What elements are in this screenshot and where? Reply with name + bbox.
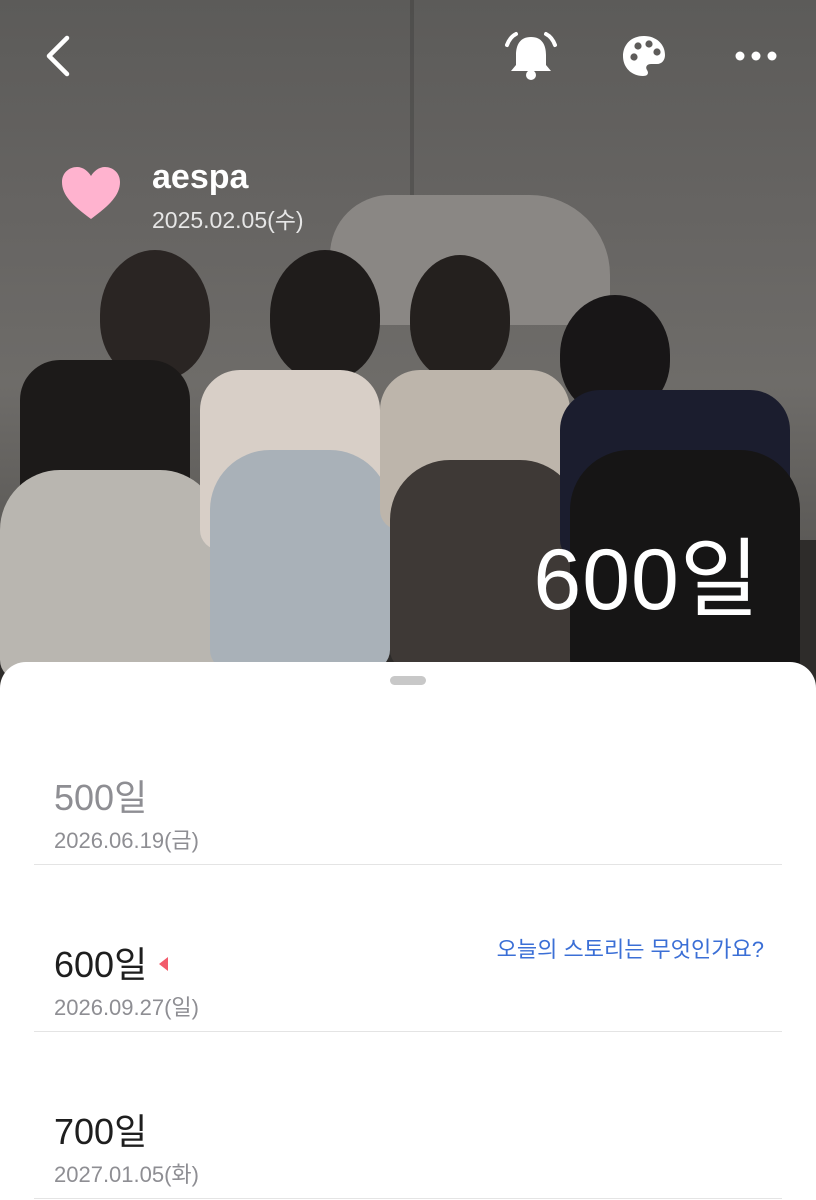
palette-icon: [623, 36, 665, 76]
more-button[interactable]: [728, 28, 784, 84]
anniversary-label-wrap: 600일: [54, 943, 169, 987]
notification-button[interactable]: [503, 28, 559, 84]
current-marker-icon: [159, 957, 169, 972]
chevron-left-icon: [46, 35, 70, 77]
story-prompt-link[interactable]: 오늘의 스토리는 무엇인가요?: [497, 935, 764, 965]
anniversary-row-700[interactable]: 700일 2027.01.05(화): [34, 1032, 782, 1199]
sheet-grabber[interactable]: [390, 676, 426, 685]
profile-block: aespa 2025.02.05(수): [60, 155, 304, 237]
bell-icon: [505, 32, 557, 80]
anniversary-date: 2026.09.27(일): [54, 995, 199, 1020]
anniversary-label: 600일: [54, 944, 148, 985]
anniversary-row-500[interactable]: 500일 2026.06.19(금): [34, 698, 782, 865]
more-horizontal-icon: [735, 51, 777, 61]
profile-start-date: 2025.02.05(수): [152, 207, 304, 233]
anniversary-label: 700일: [54, 1111, 148, 1152]
profile-info: aespa 2025.02.05(수): [152, 155, 304, 237]
anniversary-date: 2027.01.05(화): [54, 1162, 199, 1187]
anniversary-sheet: 500일 2026.06.19(금) 600일 2026.09.27(일) 오늘…: [0, 662, 816, 1200]
anniversary-date: 2026.06.19(금): [54, 828, 199, 853]
anniversary-row-600[interactable]: 600일 2026.09.27(일) 오늘의 스토리는 무엇인가요?: [34, 865, 782, 1032]
profile-name: aespa: [152, 158, 249, 196]
back-button[interactable]: [30, 28, 86, 84]
heart-icon: [62, 167, 120, 219]
anniversary-label: 500일: [54, 777, 148, 818]
theme-button[interactable]: [616, 28, 672, 84]
hero-photo: aespa 2025.02.05(수) 600일: [0, 0, 816, 700]
day-count: 600일: [533, 532, 760, 628]
